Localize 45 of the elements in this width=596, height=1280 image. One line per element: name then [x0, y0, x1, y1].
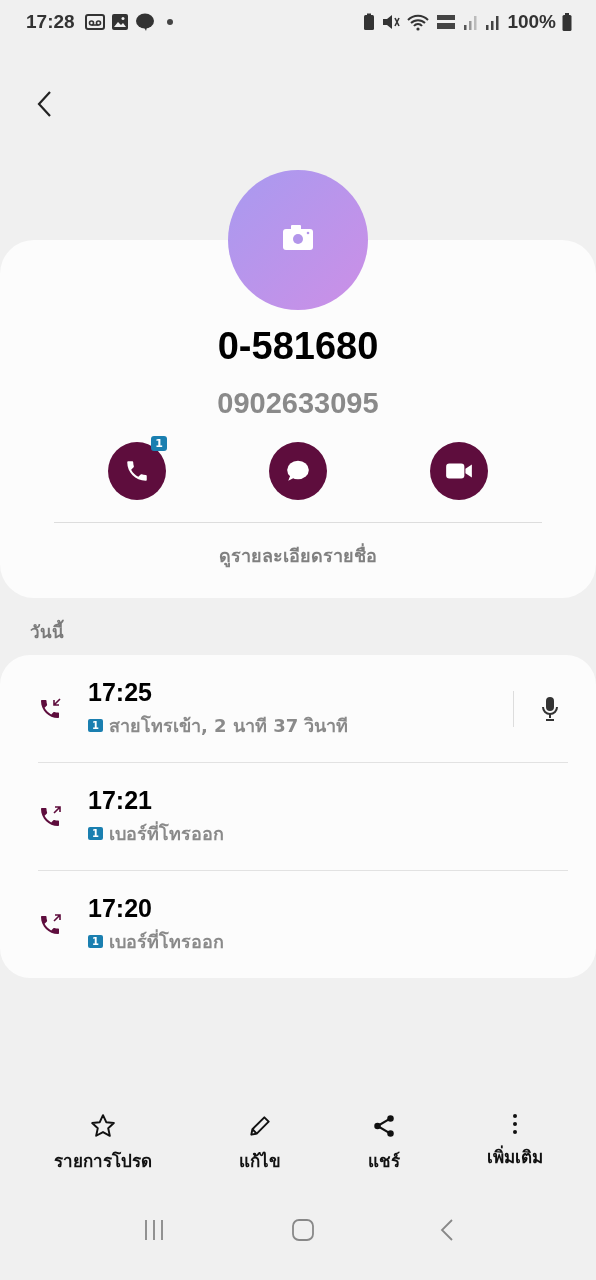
call-time: 17:21: [88, 785, 153, 815]
message-button[interactable]: [269, 442, 327, 500]
phone-number: 0902633095: [217, 386, 379, 420]
phone-icon: [124, 458, 150, 484]
microphone-icon[interactable]: [540, 695, 560, 722]
video-call-button[interactable]: [430, 442, 488, 500]
favorite-button[interactable]: รายการโปรด: [49, 1107, 156, 1178]
star-icon: [89, 1113, 116, 1139]
outgoing-call-icon: [38, 804, 62, 829]
sim-badge: 1: [88, 718, 103, 732]
chat-bubble-icon: [285, 458, 311, 484]
home-icon[interactable]: [291, 1218, 315, 1242]
count-badge: 1: [151, 436, 167, 451]
more-icon: [512, 1113, 517, 1135]
call-time: 17:25: [88, 677, 153, 707]
more-button[interactable]: เพิ่มเติม: [482, 1107, 547, 1178]
chat-bubble-icon: [134, 12, 155, 32]
call-detail: เบอร์ที่โทรออก: [108, 820, 224, 846]
battery-saver-icon: [363, 13, 376, 31]
call-detail: เบอร์ที่โทรออก: [108, 928, 224, 954]
view-details-link[interactable]: ดูรายละเอียดรายชื่อ: [219, 523, 377, 588]
sim-badge: 1: [88, 934, 103, 948]
section-label: วันนี้: [0, 598, 596, 655]
call-detail: สายโทรเข้า, 2 นาที 37 วินาที: [108, 713, 349, 738]
image-icon: [110, 13, 129, 31]
dot-icon: [166, 19, 173, 25]
call-log-item[interactable]: 17:21 1 เบอร์ที่โทรออก: [38, 762, 568, 870]
mute-icon: [381, 13, 402, 31]
call-log-item[interactable]: 17:20 1 เบอร์ที่โทรออก: [38, 870, 568, 978]
incoming-call-icon: [38, 696, 62, 721]
edit-button[interactable]: แก้ไข: [234, 1107, 285, 1178]
share-button[interactable]: แชร์: [363, 1107, 404, 1178]
battery-icon: [562, 13, 572, 31]
call-time: 17:20: [88, 893, 153, 923]
call-log-item[interactable]: 17:25 1 สายโทรเข้า, 2 นาที 37 วินาที: [38, 655, 568, 762]
outgoing-call-icon: [38, 912, 62, 937]
wifi-icon: [407, 13, 430, 31]
back-icon[interactable]: [37, 90, 53, 118]
sim-badge: 1: [88, 826, 103, 840]
contact-name: 0-581680: [217, 324, 379, 368]
signal-icon: [463, 14, 480, 30]
signal-icon: [485, 14, 502, 30]
battery-percent: 100%: [507, 11, 556, 33]
status-time: 17:28: [26, 11, 75, 33]
voicemail-icon: [84, 14, 105, 30]
